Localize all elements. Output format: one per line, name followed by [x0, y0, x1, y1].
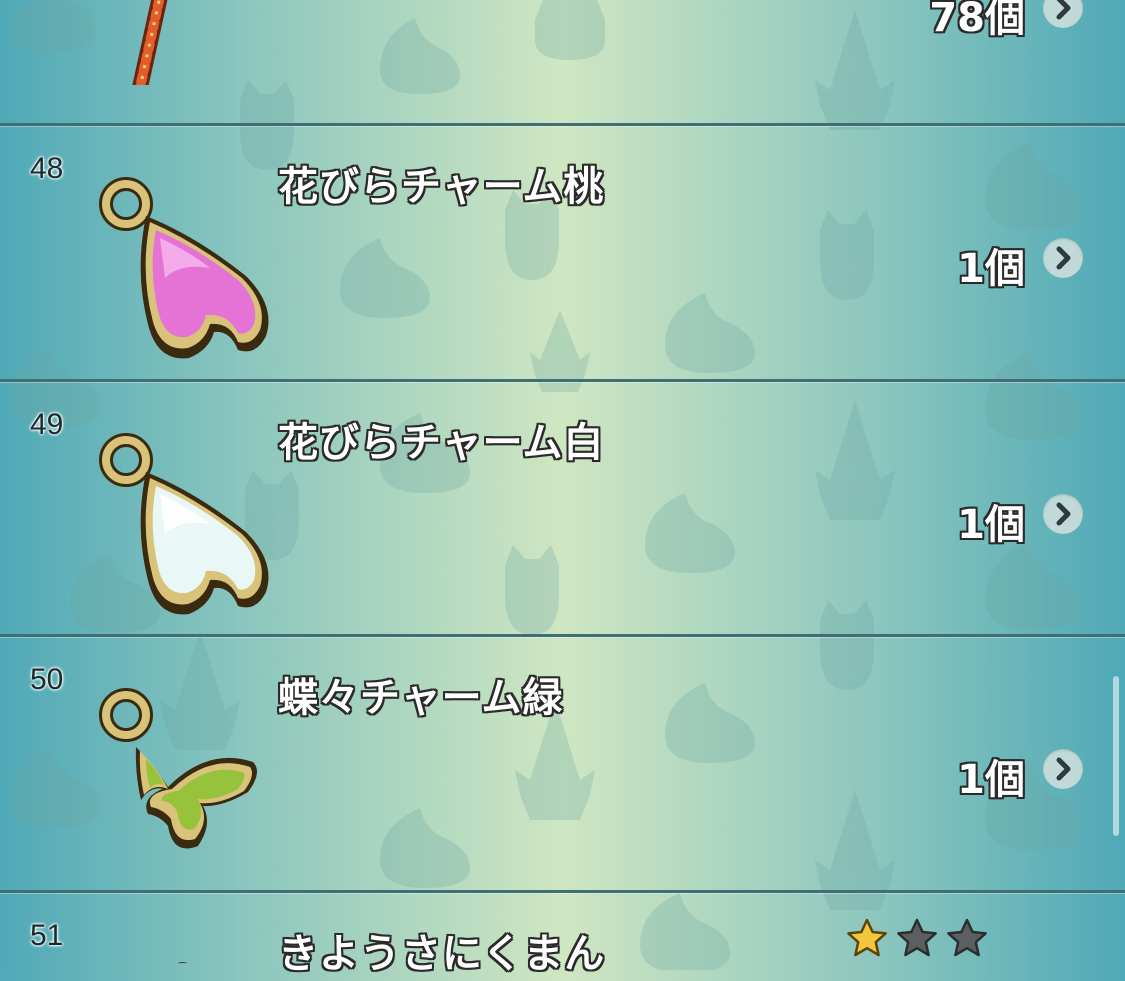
item-quantity: 1個 — [957, 757, 1025, 803]
list-item[interactable]: 49 花びらチャーム白 1個 — [0, 382, 1125, 637]
item-list: 78個 48 花びらチャーム桃 1個 49 花びらチャーム白 1個 50 蝶々チ… — [0, 0, 1125, 977]
chevron-right-icon[interactable] — [1043, 238, 1083, 278]
chevron-right-icon[interactable] — [1043, 749, 1083, 789]
nikuman-icon — [177, 962, 188, 964]
green-butterfly-charm-icon — [99, 688, 257, 849]
chevron-right-icon[interactable] — [1043, 0, 1083, 28]
chevron-right-icon[interactable] — [1043, 494, 1083, 534]
staff-icon — [132, 0, 168, 85]
item-name: 花びらチャーム桃 — [278, 164, 605, 210]
item-quantity: 1個 — [957, 502, 1025, 548]
item-quantity: 1個 — [957, 246, 1025, 292]
item-number: 50 — [30, 663, 64, 696]
rarity-stars — [845, 917, 995, 961]
pink-petal-charm-icon — [99, 177, 269, 359]
star-filled-icon — [847, 918, 887, 957]
star-empty-icon — [897, 918, 937, 957]
list-item[interactable]: 51 きようさにくまん — [0, 893, 1125, 977]
white-petal-charm-icon — [99, 433, 269, 615]
item-name: 花びらチャーム白 — [278, 420, 605, 466]
item-quantity: 78個 — [929, 0, 1025, 41]
list-item[interactable]: 78個 — [0, 0, 1125, 125]
item-number: 49 — [30, 408, 64, 441]
item-number: 48 — [30, 152, 64, 185]
list-item[interactable]: 50 蝶々チャーム緑 1個 — [0, 637, 1125, 892]
list-item[interactable]: 48 花びらチャーム桃 1個 — [0, 126, 1125, 381]
scrollbar[interactable] — [1113, 676, 1119, 836]
item-name: きようさにくまん — [278, 931, 606, 977]
star-empty-icon — [947, 918, 987, 957]
item-name: 蝶々チャーム緑 — [278, 675, 564, 721]
item-number: 51 — [30, 919, 64, 952]
